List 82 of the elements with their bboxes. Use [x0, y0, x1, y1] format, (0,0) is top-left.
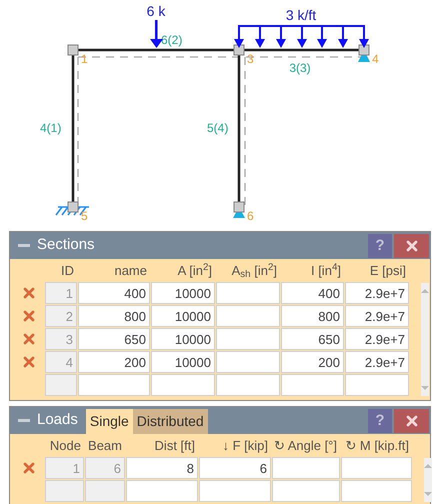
- table-cell-field[interactable]: [216, 305, 280, 327]
- scroll-down-icon[interactable]: [421, 386, 429, 390]
- beam-label: 3(3): [289, 61, 311, 75]
- table-cell-field[interactable]: [281, 374, 344, 396]
- load-label: 6 k: [146, 3, 166, 19]
- close-icon: [404, 238, 420, 254]
- table-cell-field[interactable]: 2.9e+7: [345, 282, 409, 304]
- delete-icon[interactable]: [21, 308, 37, 324]
- table-cell-field[interactable]: 800: [281, 305, 344, 327]
- node-label: 4: [372, 52, 379, 66]
- distributed-load-arrows[interactable]: [234, 25, 369, 48]
- table-cell-field[interactable]: 200: [78, 351, 150, 373]
- close-button[interactable]: [394, 409, 429, 433]
- table-cell-field[interactable]: [345, 374, 409, 396]
- tab[interactable]: Distributed: [132, 409, 208, 434]
- table-cell-field[interactable]: [199, 480, 271, 502]
- delete-icon[interactable]: [21, 460, 37, 476]
- table-cell-field[interactable]: [341, 480, 412, 502]
- table-cell-field[interactable]: [216, 374, 280, 396]
- column-header: ↻ M [kip.ft]: [344, 437, 410, 455]
- table-cell-field[interactable]: 8: [126, 457, 198, 479]
- minimize-icon[interactable]: [18, 419, 30, 422]
- table-cell-field[interactable]: 10000: [151, 282, 215, 304]
- column-header: ID: [60, 262, 75, 280]
- table-cell-field[interactable]: 6: [199, 457, 271, 479]
- column-header: Node: [48, 437, 82, 455]
- panel-title: Loads: [37, 410, 78, 430]
- column-header: I [in$^{4}$]: [310, 261, 342, 280]
- panel-title: Sections: [37, 235, 95, 256]
- scrollbar[interactable]: [421, 283, 429, 396]
- beam-label: 4(1): [40, 121, 62, 135]
- close-button[interactable]: [394, 234, 429, 258]
- table-cell-field[interactable]: 400: [281, 282, 344, 304]
- table-cell-field[interactable]: 10000: [151, 328, 215, 350]
- minimize-icon[interactable]: [18, 244, 30, 247]
- point-load-arrow[interactable]: [150, 20, 163, 48]
- node-label: 6: [247, 209, 254, 223]
- column-header: A$_{sh}$ [in$^{2}$]: [230, 261, 278, 281]
- table-cell-field[interactable]: [78, 374, 150, 396]
- close-icon: [404, 413, 420, 429]
- column-header: Dist [ft]: [154, 437, 196, 455]
- table-cell-field[interactable]: [341, 457, 412, 479]
- table-cell-field[interactable]: [151, 374, 215, 396]
- table-cell-field[interactable]: 10000: [151, 351, 215, 373]
- beam-label: 6(2): [161, 33, 182, 47]
- column-header: ↻ Angle [°]: [272, 437, 338, 455]
- table-cell-field[interactable]: [272, 480, 340, 502]
- column-header: Beam: [87, 437, 123, 455]
- table-cell-field[interactable]: [45, 480, 84, 502]
- node-label: 1: [81, 52, 88, 66]
- node-label: 5: [81, 209, 88, 223]
- table-cell-field[interactable]: [272, 457, 340, 479]
- node-label: 3: [247, 52, 254, 66]
- column-header: E [psi]: [368, 262, 407, 280]
- table-cell-field[interactable]: [216, 328, 280, 350]
- table-cell-field[interactable]: 800: [78, 305, 150, 327]
- table-cell-field[interactable]: [216, 351, 280, 373]
- table-cell-field[interactable]: 650: [281, 328, 344, 350]
- table-cell-field[interactable]: 2.9e+7: [345, 328, 409, 350]
- tab[interactable]: Single: [86, 409, 133, 434]
- column-header: A [in$^{2}$]: [176, 261, 213, 280]
- beam-label: 5(4): [207, 121, 228, 135]
- table-cell-field[interactable]: [85, 480, 125, 502]
- column-header: ↓ F [kip]: [221, 437, 269, 455]
- table-cell-field[interactable]: 650: [78, 328, 150, 350]
- scroll-up-icon[interactable]: [424, 464, 432, 468]
- table-cell-field[interactable]: 10000: [151, 305, 215, 327]
- scroll-down-icon[interactable]: [424, 492, 432, 496]
- table-cell-field[interactable]: 200: [281, 351, 344, 373]
- table-cell-field[interactable]: 2.9e+7: [345, 351, 409, 373]
- delete-icon[interactable]: [21, 285, 37, 301]
- scroll-up-icon[interactable]: [421, 289, 429, 293]
- delete-icon[interactable]: [21, 354, 37, 370]
- delete-icon[interactable]: [21, 331, 37, 347]
- table-cell-field[interactable]: 2.9e+7: [345, 305, 409, 327]
- table-cell-field[interactable]: [45, 374, 77, 396]
- table-cell-field[interactable]: 400: [78, 282, 150, 304]
- column-header: name: [113, 262, 148, 280]
- scrollbar[interactable]: [424, 458, 432, 502]
- load-label: 3 k/ft: [286, 7, 316, 23]
- table-cell-field[interactable]: [216, 282, 280, 304]
- table-cell-field[interactable]: [126, 480, 198, 502]
